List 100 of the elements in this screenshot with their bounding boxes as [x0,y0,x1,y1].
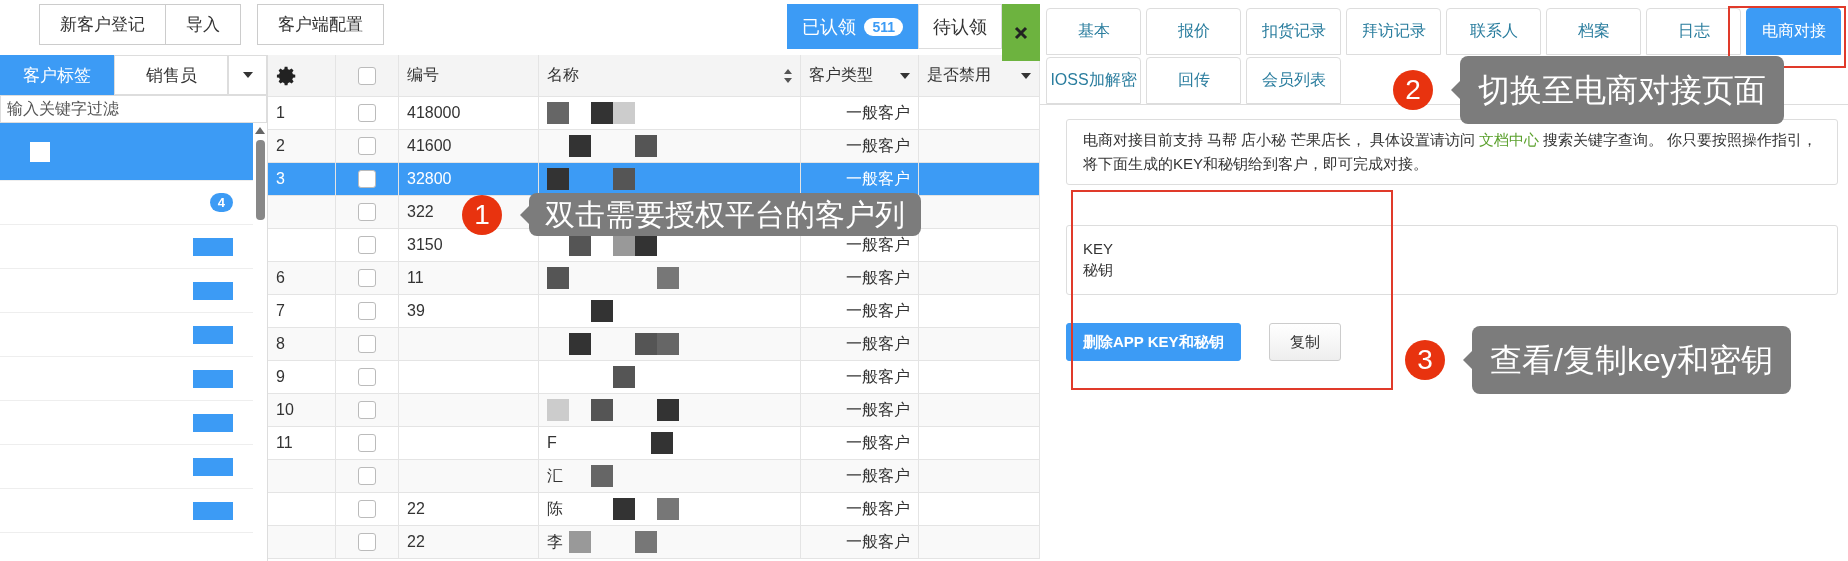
row-number: 1 [276,104,285,122]
detail-tab[interactable]: 会员列表 [1246,57,1341,104]
table-row[interactable]: 7 39 一般客户 [268,295,1040,328]
customer-code: 3150 [407,236,443,254]
detail-tab[interactable]: 回传 [1146,57,1241,104]
table-row[interactable]: 8 一般客户 [268,328,1040,361]
row-checkbox[interactable] [358,335,376,353]
row-number: 6 [276,269,285,287]
copy-button[interactable]: 复制 [1268,323,1341,361]
dropdown-button[interactable] [228,55,267,95]
table-row[interactable]: 6 11 一般客户 [268,262,1040,295]
key-label: KEY [1083,240,1114,257]
key-label: 秘钥 [1083,261,1114,280]
sort-icon[interactable] [784,68,792,83]
sidebar-item[interactable] [0,123,253,181]
toolbar-button[interactable]: 客户端配置 [257,4,384,45]
customer-type: 一般客户 [846,432,910,453]
detail-tab[interactable]: 报价 [1146,8,1241,55]
mosaic-redaction [591,465,613,487]
count-badge: 511 [864,17,903,36]
mosaic-redaction [591,300,613,322]
row-checkbox[interactable] [358,269,376,287]
row-number: 11 [276,434,293,452]
detail-tab[interactable]: 扣货记录 [1246,8,1341,55]
customer-code: 11 [407,269,424,287]
row-checkbox[interactable] [358,368,376,386]
filter-field[interactable]: 输入关键字过滤 [0,95,267,123]
detail-tab[interactable]: 日志 [1646,8,1741,55]
detail-tab[interactable]: 基本 [1046,8,1141,55]
close-icon [1014,25,1028,40]
row-number: 2 [276,137,285,155]
customer-type: 一般客户 [846,531,910,552]
row-checkbox[interactable] [358,401,376,419]
table-row[interactable]: 1 418000 一般客户 [268,97,1040,130]
detail-tab[interactable]: 拜访记录 [1346,8,1441,55]
scroll-up-icon[interactable] [255,127,265,134]
row-checkbox[interactable] [358,170,376,188]
callout-tooltip: 切换至电商对接页面 [1460,56,1784,124]
detail-tab[interactable]: 联系人 [1446,8,1541,55]
callout-tooltip: 查看/复制key和密钥 [1472,326,1791,394]
customer-code: 418000 [407,104,461,122]
row-checkbox[interactable] [358,236,376,254]
row-number: 9 [276,368,285,386]
customer-code: 22 [407,533,425,551]
filter-caret-icon[interactable] [1021,72,1031,79]
customer-code: 322 [407,203,434,221]
row-checkbox[interactable] [358,104,376,122]
customer-name: 陈 [547,498,563,519]
row-checkbox[interactable] [358,434,376,452]
customer-code: 41600 [407,137,452,155]
customer-type: 一般客户 [846,366,910,387]
scrollbar-thumb[interactable] [255,140,265,220]
detail-tab[interactable]: IOSS加解密 [1046,57,1141,104]
close-button[interactable] [1002,4,1040,61]
column-header: 客户类型 [809,65,873,85]
caret-icon [242,72,253,78]
row-checkbox[interactable] [358,467,376,485]
customer-name: F [547,434,557,452]
column-header: 名称 [547,65,579,85]
settings-icon[interactable] [276,64,298,87]
customer-type: 一般客户 [846,399,910,420]
customer-type: 一般客户 [846,135,910,156]
customer-type: 一般客户 [846,498,910,519]
customer-name: 李 [547,531,563,552]
select-all-checkbox[interactable] [358,66,376,85]
redacted-block [193,281,233,300]
customer-type: 一般客户 [846,465,910,486]
column-header: 是否禁用 [927,65,991,85]
row-checkbox[interactable] [358,500,376,518]
detail-tab[interactable]: 档案 [1546,8,1641,55]
row-number: 3 [276,170,285,188]
redacted-block [30,141,50,162]
redacted-block [193,369,233,388]
table-row[interactable]: 22 陈 一般客户 [268,493,1040,526]
table-row[interactable]: 汇 一般客户 [268,460,1040,493]
row-number: 8 [276,335,285,353]
row-checkbox[interactable] [358,137,376,155]
customer-name: 汇 [547,465,563,486]
table-row[interactable]: 11 F 一般客户 [268,427,1040,460]
toolbar-button[interactable]: 导入 [165,4,241,45]
filter-caret-icon[interactable] [900,72,910,79]
table-row[interactable]: 10 一般客户 [268,394,1040,427]
table-row[interactable]: 9 一般客户 [268,361,1040,394]
row-number: 7 [276,302,285,320]
customer-code: 39 [407,302,425,320]
row-checkbox[interactable] [358,533,376,551]
row-checkbox[interactable] [358,203,376,221]
claim-tab[interactable]: 待认领 [918,4,1002,49]
step-number: 3 [1405,340,1445,380]
redacted-block [193,325,233,344]
customer-type: 一般客户 [846,168,910,189]
redacted-block [193,413,233,432]
table-row[interactable]: 2 41600 一般客户 [268,130,1040,163]
redacted-block [193,501,233,520]
customer-type: 一般客户 [846,102,910,123]
table-row[interactable]: 22 李 一般客户 [268,526,1040,559]
toolbar-button[interactable]: 新客户登记 [39,4,166,45]
sidebar-tab[interactable]: 销售员 [114,55,228,95]
row-checkbox[interactable] [358,302,376,320]
row-number: 10 [276,401,294,419]
